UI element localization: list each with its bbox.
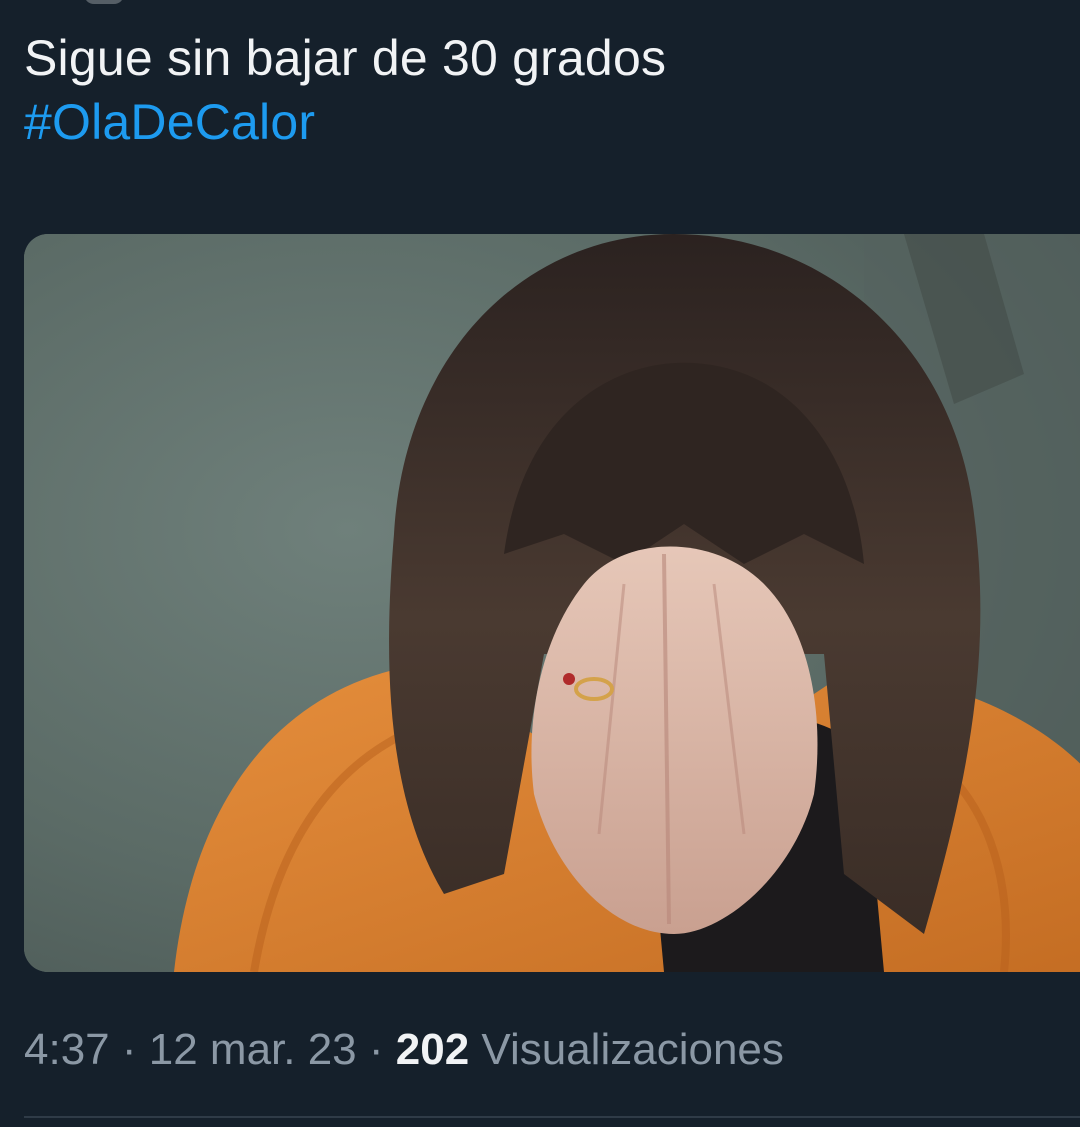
meta-separator: · (356, 1025, 396, 1074)
tweet[interactable]: Sigue sin bajar de 30 grados #OlaDeCalor (0, 0, 1080, 1127)
views-label[interactable]: Visualizaciones (469, 1025, 783, 1074)
tweet-time[interactable]: 4:37 (24, 1025, 110, 1074)
tweet-date[interactable]: 12 mar. 23 (149, 1025, 357, 1074)
tweet-text: Sigue sin bajar de 30 grados #OlaDeCalor (24, 26, 1044, 154)
meta-separator: · (109, 1025, 149, 1074)
divider (24, 1116, 1080, 1118)
hashtag-link[interactable]: #OlaDeCalor (24, 90, 1044, 154)
tweet-text-line: Sigue sin bajar de 30 grados (24, 30, 667, 86)
avatar[interactable] (84, 0, 124, 4)
tweet-media-image[interactable] (24, 234, 1080, 972)
photo-icon (24, 234, 1080, 972)
tweet-meta: 4:37 · 12 mar. 23 · 202 Visualizaciones (24, 1020, 784, 1080)
views-count[interactable]: 202 (396, 1025, 469, 1074)
